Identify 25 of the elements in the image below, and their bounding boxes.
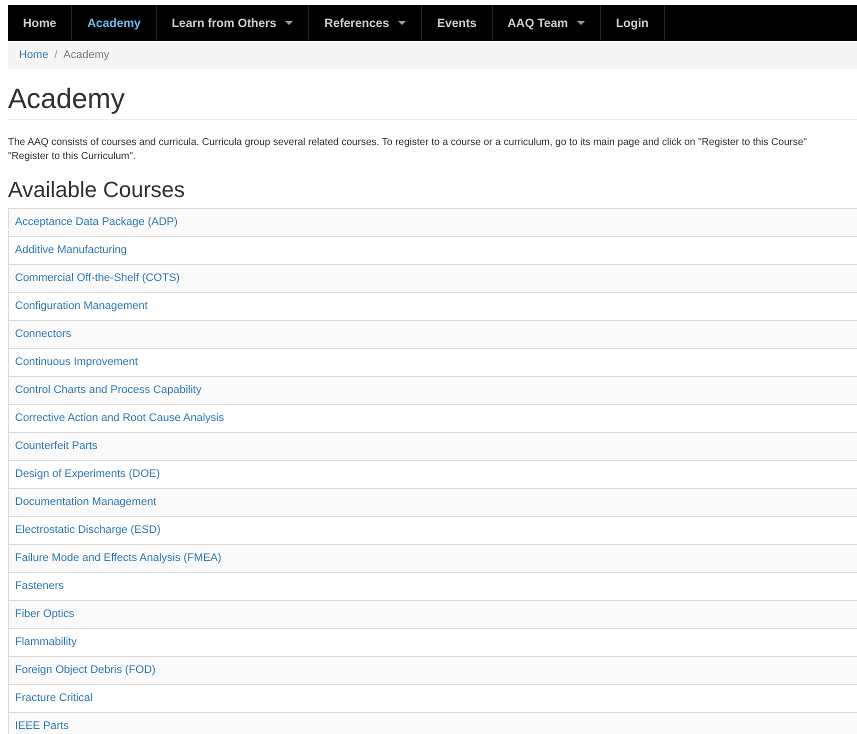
- course-link[interactable]: Configuration Management: [15, 298, 148, 315]
- course-link[interactable]: Fracture Critical: [15, 690, 93, 707]
- breadcrumb-current: Academy: [63, 48, 110, 63]
- course-link[interactable]: Counterfeit Parts: [15, 438, 98, 455]
- course-link[interactable]: Control Charts and Process Capability: [15, 382, 202, 399]
- course-link[interactable]: Documentation Management: [15, 494, 156, 511]
- breadcrumb-separator: /: [54, 48, 58, 63]
- breadcrumb-link[interactable]: Home: [19, 46, 48, 64]
- course-link[interactable]: Flammability: [15, 634, 77, 651]
- course-link[interactable]: Continuous Improvement: [15, 354, 138, 371]
- course-link[interactable]: Additive Manufacturing: [15, 242, 127, 259]
- course-link[interactable]: Acceptance Data Package (ADP): [15, 214, 178, 231]
- course-link[interactable]: IEEE Parts: [15, 718, 69, 734]
- course-link[interactable]: Connectors: [15, 326, 72, 343]
- section-heading: Available Courses: [8, 177, 186, 203]
- course-link[interactable]: Corrective Action and Root Cause Analysis: [15, 410, 224, 427]
- course-link[interactable]: Failure Mode and Effects Analysis (FMEA): [15, 550, 222, 567]
- course-link[interactable]: Design of Experiments (DOE): [15, 466, 160, 483]
- course-link[interactable]: Commercial Off-the-Shelf (COTS): [15, 270, 180, 287]
- page-title: Academy: [8, 83, 857, 120]
- course-link[interactable]: Fiber Optics: [15, 606, 74, 623]
- course-link[interactable]: Electrostatic Discharge (ESD): [15, 522, 160, 539]
- intro-paragraph: The AAQ consists of courses and curricula. Curricula group several related courses. To register to a course or a curriculum, go to its main page and click on "Register to this Course" "Register to this Curriculum".: [8, 136, 808, 164]
- course-link[interactable]: Foreign Object Debris (FOD): [15, 662, 156, 679]
- course-link[interactable]: Fasteners: [15, 578, 64, 595]
